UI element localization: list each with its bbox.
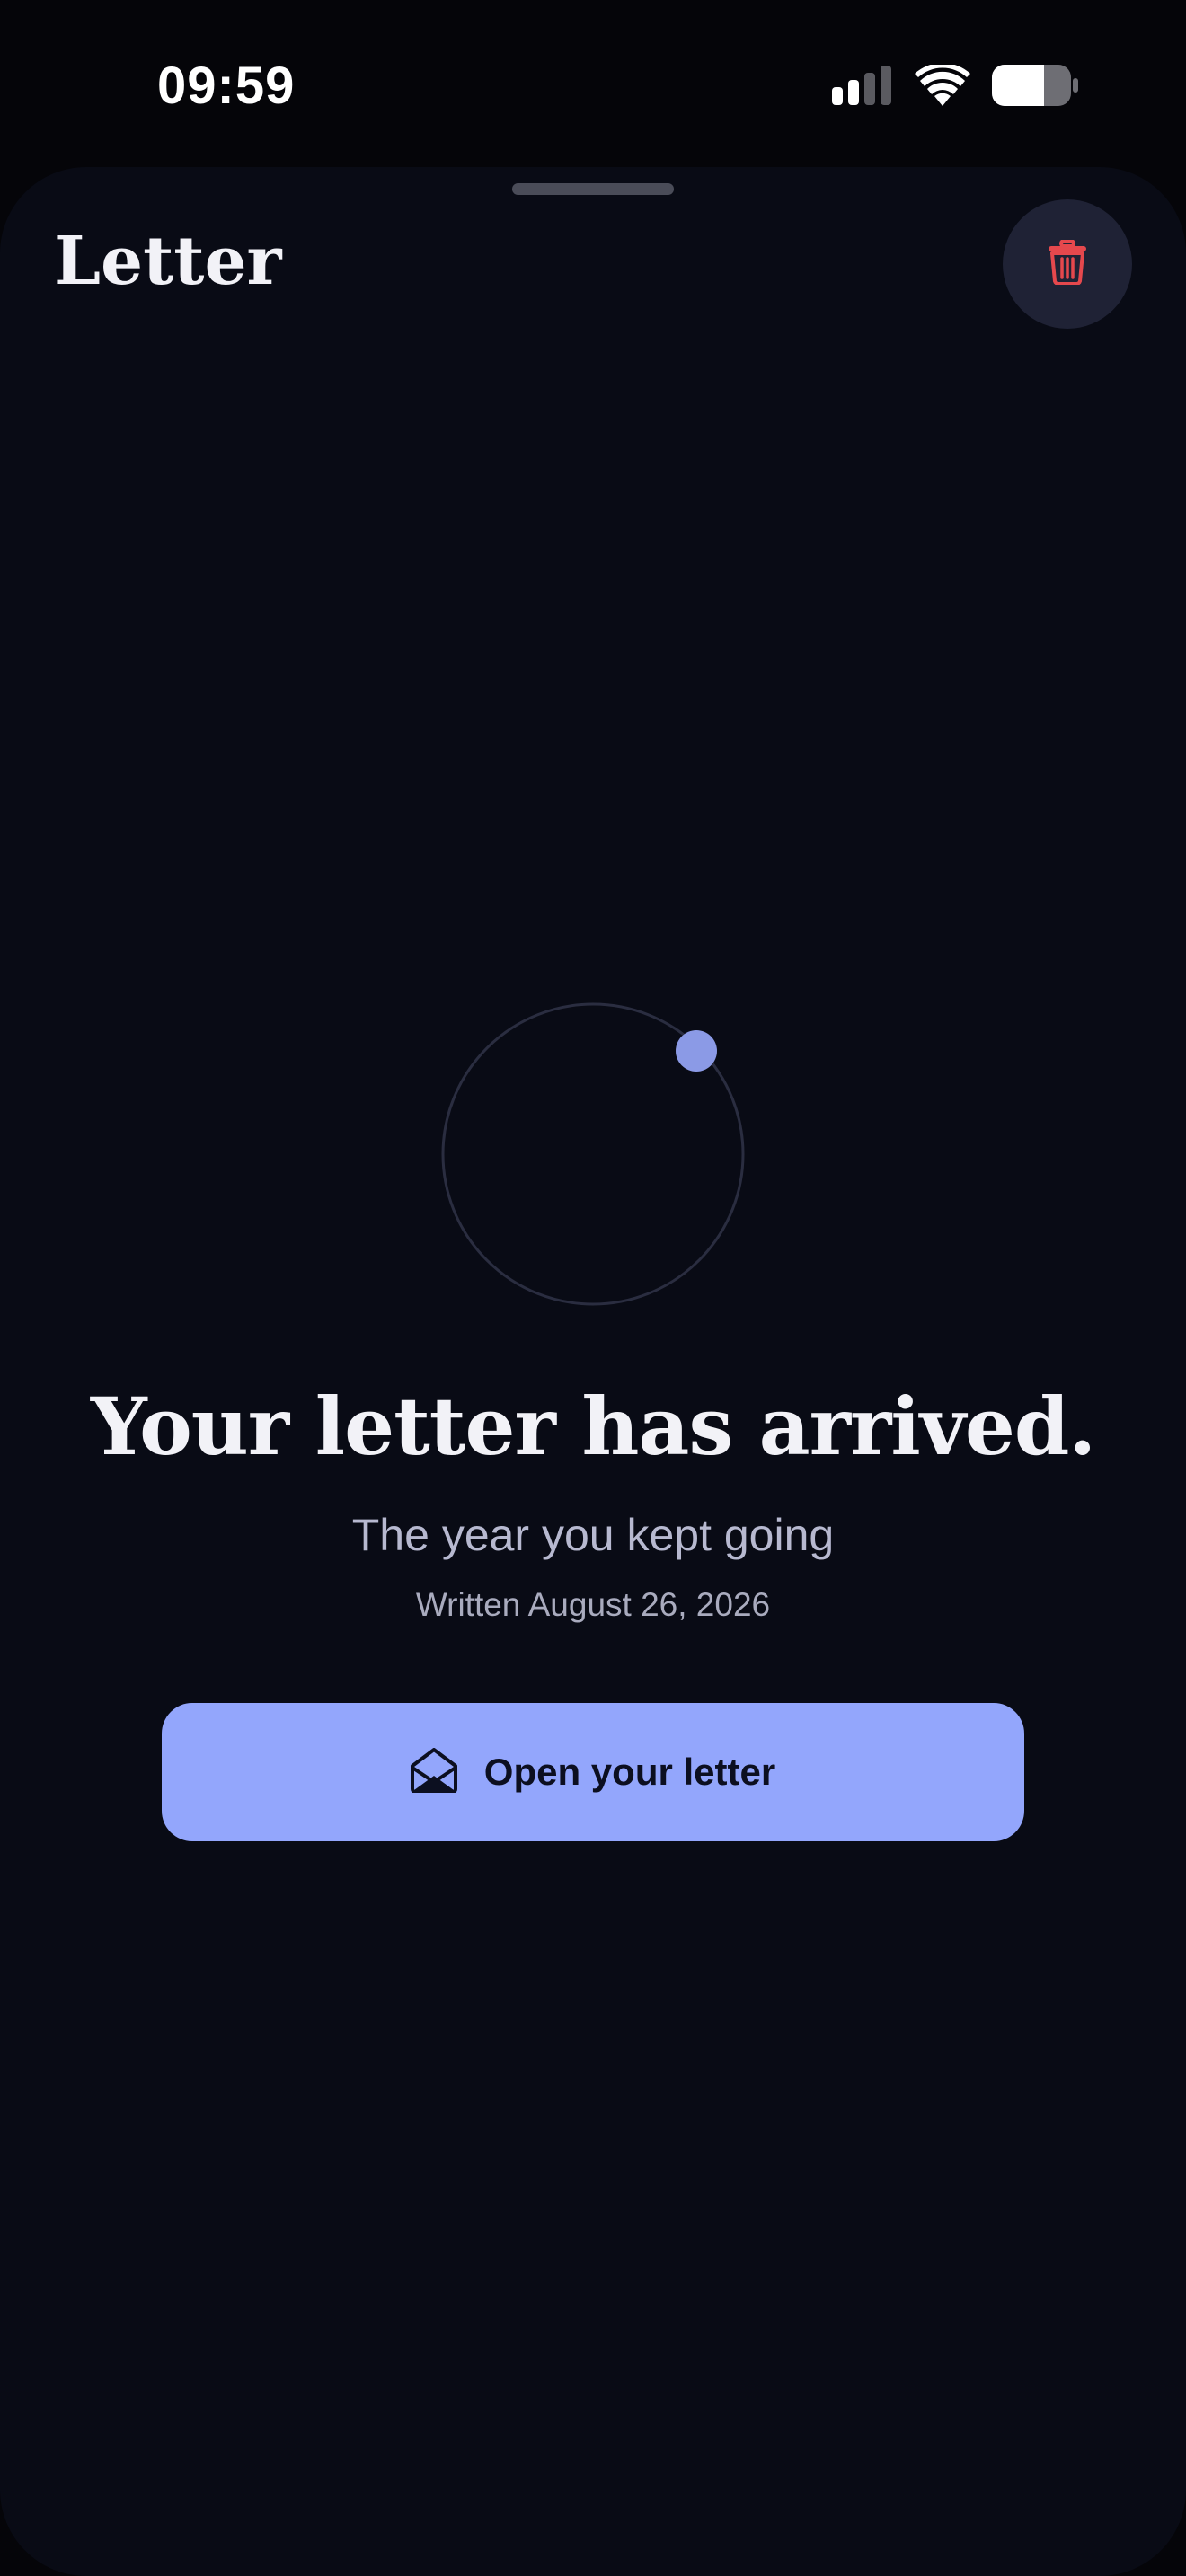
letter-sheet: Letter Your letter has arrived. The year…	[0, 167, 1186, 2576]
status-time: 09:59	[157, 57, 296, 115]
sheet-grabber[interactable]	[512, 183, 674, 195]
wifi-icon	[915, 62, 970, 110]
delete-letter-button[interactable]	[1003, 199, 1132, 329]
letter-subtitle: The year you kept going	[351, 1510, 835, 1560]
orbit-animation	[440, 1001, 746, 1307]
letter-written-date: Written August 26, 2026	[415, 1586, 771, 1623]
orbit-dot	[676, 1030, 717, 1072]
letter-headline: Your letter has arrived.	[90, 1380, 1096, 1473]
envelope-open-icon	[410, 1747, 457, 1797]
screen: 09:59 Letter Your letter has arrived. Th…	[0, 0, 1186, 2576]
open-letter-button[interactable]: Open your letter	[162, 1703, 1024, 1841]
battery-icon	[992, 64, 1078, 110]
status-icons	[832, 62, 1078, 110]
status-bar: 09:59	[0, 0, 1186, 171]
sheet-title: Letter	[54, 223, 282, 300]
open-letter-label: Open your letter	[483, 1751, 776, 1793]
trash-icon	[1048, 238, 1087, 289]
cellular-signal-icon	[832, 65, 893, 110]
